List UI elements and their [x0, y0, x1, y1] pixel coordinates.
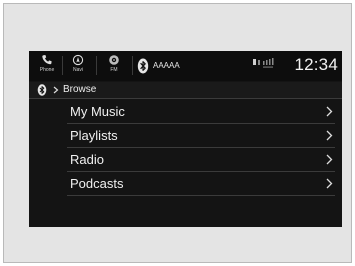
chevron-right-icon — [326, 154, 333, 165]
status-bar: Phone Navi FM AAAAA 12:34 — [29, 51, 342, 81]
signal-icon — [253, 58, 274, 68]
list-item-label: My Music — [70, 104, 125, 119]
chevron-right-icon — [326, 130, 333, 141]
status-divider — [62, 56, 63, 75]
audio-display: Phone Navi FM AAAAA 12:34 Browse My Musi… — [29, 51, 342, 227]
bluetooth-icon — [137, 58, 149, 74]
fm-label: FM — [110, 67, 118, 73]
breadcrumb: Browse — [29, 82, 342, 99]
breadcrumb-title: Browse — [63, 84, 97, 95]
list-item-playlists[interactable]: Playlists — [67, 125, 335, 148]
list-item-my-music[interactable]: My Music — [67, 101, 335, 124]
list-item-label: Playlists — [70, 128, 118, 143]
navi-icon — [72, 54, 84, 66]
phone-icon — [42, 55, 52, 65]
phone-label: Phone — [39, 67, 55, 73]
chevron-right-icon — [53, 86, 59, 94]
navi-button[interactable]: Navi — [65, 53, 91, 78]
figure-frame: Phone Navi FM AAAAA 12:34 Browse My Musi… — [3, 3, 352, 263]
chevron-right-icon — [326, 106, 333, 117]
chevron-right-icon — [326, 178, 333, 189]
status-divider — [132, 56, 133, 75]
list-item-label: Radio — [70, 152, 104, 167]
navi-label: Navi — [72, 67, 83, 73]
list-item-radio[interactable]: Radio — [67, 149, 335, 172]
list-item-podcasts[interactable]: Podcasts — [67, 173, 335, 196]
clock: 12:34 — [294, 55, 338, 74]
status-divider — [96, 56, 97, 75]
bluetooth-icon — [37, 84, 47, 96]
fm-button[interactable]: FM — [101, 53, 127, 78]
fm-icon — [109, 55, 119, 65]
device-name: AAAAA — [153, 61, 180, 70]
list-item-label: Podcasts — [70, 176, 124, 191]
phone-button[interactable]: Phone — [34, 53, 60, 78]
